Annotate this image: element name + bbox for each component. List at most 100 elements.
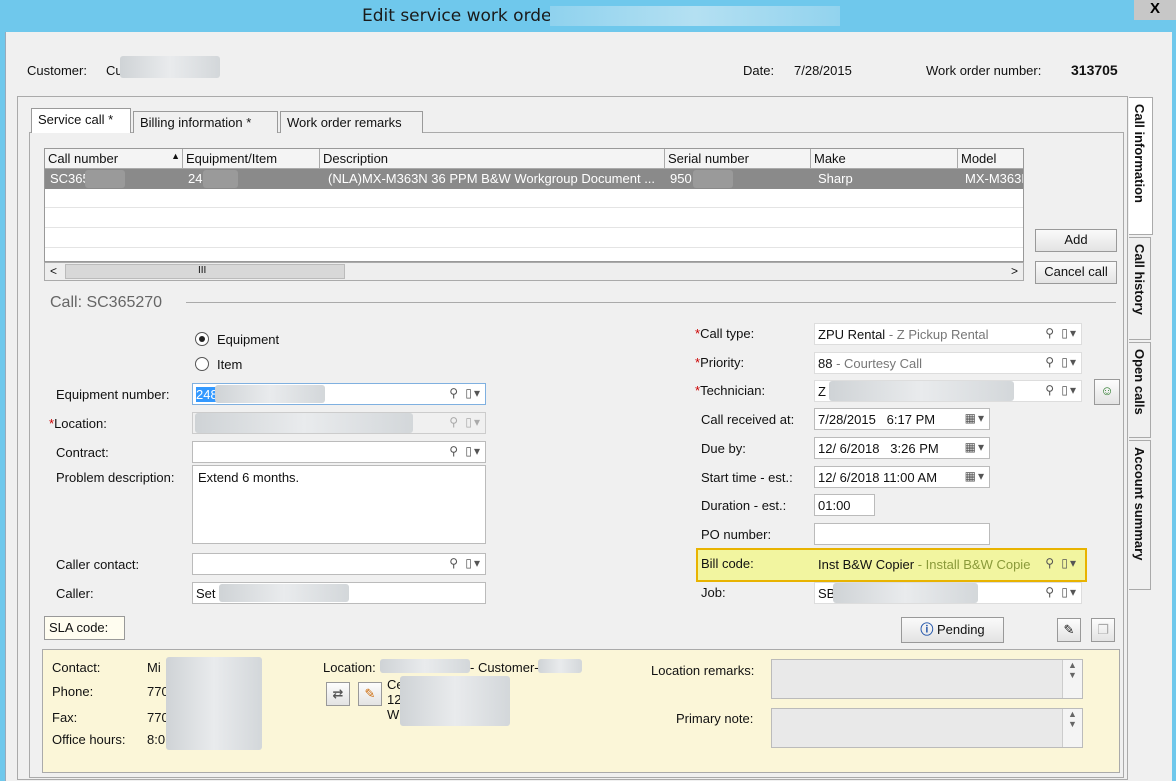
column-header-description[interactable]: Description [320,149,665,169]
redacted [219,584,349,602]
duration-input[interactable]: 01:00 [814,494,875,516]
equipment-number-label: Equipment number: [56,387,170,402]
side-tab-label: Call information [1132,104,1147,203]
tab-billing-information[interactable]: Billing information * [133,111,278,133]
technician-label-text: Technician: [700,383,766,398]
calendar-icon[interactable]: ▦▾ [965,411,986,425]
technician-label: *Technician: [695,383,765,398]
lookup-dropdown-icons[interactable]: ⚲ ▯▾ [1045,355,1078,369]
lookup-dropdown-icons[interactable]: ⚲ ▯▾ [1045,383,1078,397]
call-separator [186,302,1116,303]
directions-icon[interactable]: ⇄ [326,682,350,706]
grid-horizontal-scrollbar[interactable]: < III > [44,262,1024,281]
scroll-right-icon[interactable]: > [1011,264,1018,278]
column-header-serial[interactable]: Serial number [665,149,811,169]
call-type-label: *Call type: [695,326,754,341]
cell-model: MX-M363N [965,171,1023,186]
due-by-value: 12/ 6/2018 3:26 PM [818,441,939,456]
lookup-dropdown-icons[interactable]: ⚲ ▯▾ [449,556,482,570]
job-label: Job: [701,585,726,600]
tab-label: Work order remarks [287,115,402,130]
item-radio[interactable] [195,357,209,371]
pending-label: Pending [936,622,985,637]
redacted [538,659,582,673]
paperclip-icon[interactable]: ✎ [1057,618,1081,642]
copy-icon[interactable]: ❐ [1091,618,1115,642]
lookup-dropdown-icons[interactable]: ⚲ ▯▾ [1045,326,1078,340]
calendar-icon[interactable]: ▦▾ [965,440,986,454]
due-by-label: Due by: [701,441,746,456]
side-tab-account-summary[interactable]: Account summary [1129,440,1151,590]
start-time-value: 12/ 6/2018 11:00 AM [818,470,938,485]
column-header-make[interactable]: Make [811,149,958,169]
redacted [400,676,510,726]
column-header-equipment[interactable]: Equipment/Item [183,149,320,169]
duration-label: Duration - est.: [701,498,787,513]
cell-call-number: SC365 [50,171,90,186]
equipment-radio[interactable] [195,332,209,346]
po-number-input[interactable] [814,523,990,545]
work-order-label: Work order number: [926,63,1042,78]
date-label: Date: [743,63,775,78]
lookup-dropdown-icons[interactable]: ⚲ ▯▾ [449,386,482,400]
table-row[interactable]: SC365 24 (NLA)MX-M363N 36 PPM B&W Workgr… [45,169,1023,189]
tab-work-order-remarks[interactable]: Work order remarks [280,111,423,133]
note-scrollbar[interactable]: ▲ ▼ [1062,709,1082,747]
remarks-scrollbar[interactable]: ▲ ▼ [1062,660,1082,698]
call-type-input[interactable]: ZPU Rental - Z Pickup Rental ⚲ ▯▾ [814,323,1082,345]
office-hours-value: 8:0 [147,732,166,747]
call-received-label: Call received at: [701,412,795,427]
sla-code-label: SLA code: [44,616,125,640]
redacted [195,413,413,433]
column-header-call-number[interactable]: Call number ▲ [45,149,183,169]
priority-label-text: Priority: [700,355,745,370]
problem-description-textarea[interactable]: Extend 6 months. [192,465,486,544]
scroll-left-icon[interactable]: < [50,264,57,278]
tab-service-call[interactable]: Service call * [31,108,131,133]
customer-redacted [120,56,220,78]
call-header: Call: SC365270 [50,294,163,311]
pending-button[interactable]: ⓘ Pending [901,617,1004,643]
cancel-call-button[interactable]: Cancel call [1035,261,1117,284]
caller-label: Caller: [56,586,94,601]
job-input[interactable]: SB ⚲ ▯▾ [814,582,1082,604]
side-tab-call-history[interactable]: Call history [1129,237,1151,340]
location-label-text: Location: [54,416,107,431]
bill-code-input[interactable]: Inst B&W Copier - Install B&W Copie ⚲ ▯▾ [814,553,1082,575]
call-received-value: 7/28/2015 6:17 PM [818,412,936,427]
lookup-dropdown-icons[interactable]: ⚲ ▯▾ [1045,585,1078,599]
row-divider [45,227,1023,228]
caller-value: Set [196,586,216,601]
call-received-input[interactable]: 7/28/2015 6:17 PM ▦▾ [814,408,990,430]
po-number-label: PO number: [701,527,772,542]
column-header-model[interactable]: Model [958,149,1023,169]
due-by-input[interactable]: 12/ 6/2018 3:26 PM ▦▾ [814,437,990,459]
people-icon[interactable]: ☺ [1094,379,1120,405]
cell-serial: 950 [670,171,692,186]
lookup-dropdown-icons[interactable]: ⚲ ▯▾ [449,444,482,458]
lookup-dropdown-icons[interactable]: ⚲ ▯▾ [1045,556,1078,570]
tab-label: Service call * [38,112,114,127]
equipment-radio-label: Equipment [217,332,280,347]
caller-contact-label: Caller contact: [56,557,140,572]
priority-input[interactable]: 88 - Courtesy Call ⚲ ▯▾ [814,352,1082,374]
scroll-thumb[interactable]: III [65,264,345,279]
caller-contact-input[interactable]: ⚲ ▯▾ [192,553,486,575]
edit-icon[interactable]: ✎ [358,682,382,706]
location-remarks-textarea[interactable]: ▲ ▼ [771,659,1083,699]
equipment-number-input[interactable]: 248 ⚲ ▯▾ [192,383,486,405]
location-input[interactable]: ⚲ ▯▾ [192,412,486,434]
calendar-icon[interactable]: ▦▾ [965,469,986,483]
close-button[interactable]: X [1134,0,1176,20]
side-tab-call-information[interactable]: Call information [1129,97,1153,235]
primary-note-label: Primary note: [676,711,754,726]
primary-note-textarea[interactable]: ▲ ▼ [771,708,1083,748]
technician-input[interactable]: Z ⚲ ▯▾ [814,380,1082,402]
side-tab-open-calls[interactable]: Open calls [1129,342,1151,438]
start-time-input[interactable]: 12/ 6/2018 11:00 AM ▦▾ [814,466,990,488]
window-title: Edit service work order - [362,6,571,26]
caller-input[interactable]: Set [192,582,486,604]
side-tab-label: Open calls [1132,349,1147,415]
add-button[interactable]: Add [1035,229,1117,252]
contract-input[interactable]: ⚲ ▯▾ [192,441,486,463]
